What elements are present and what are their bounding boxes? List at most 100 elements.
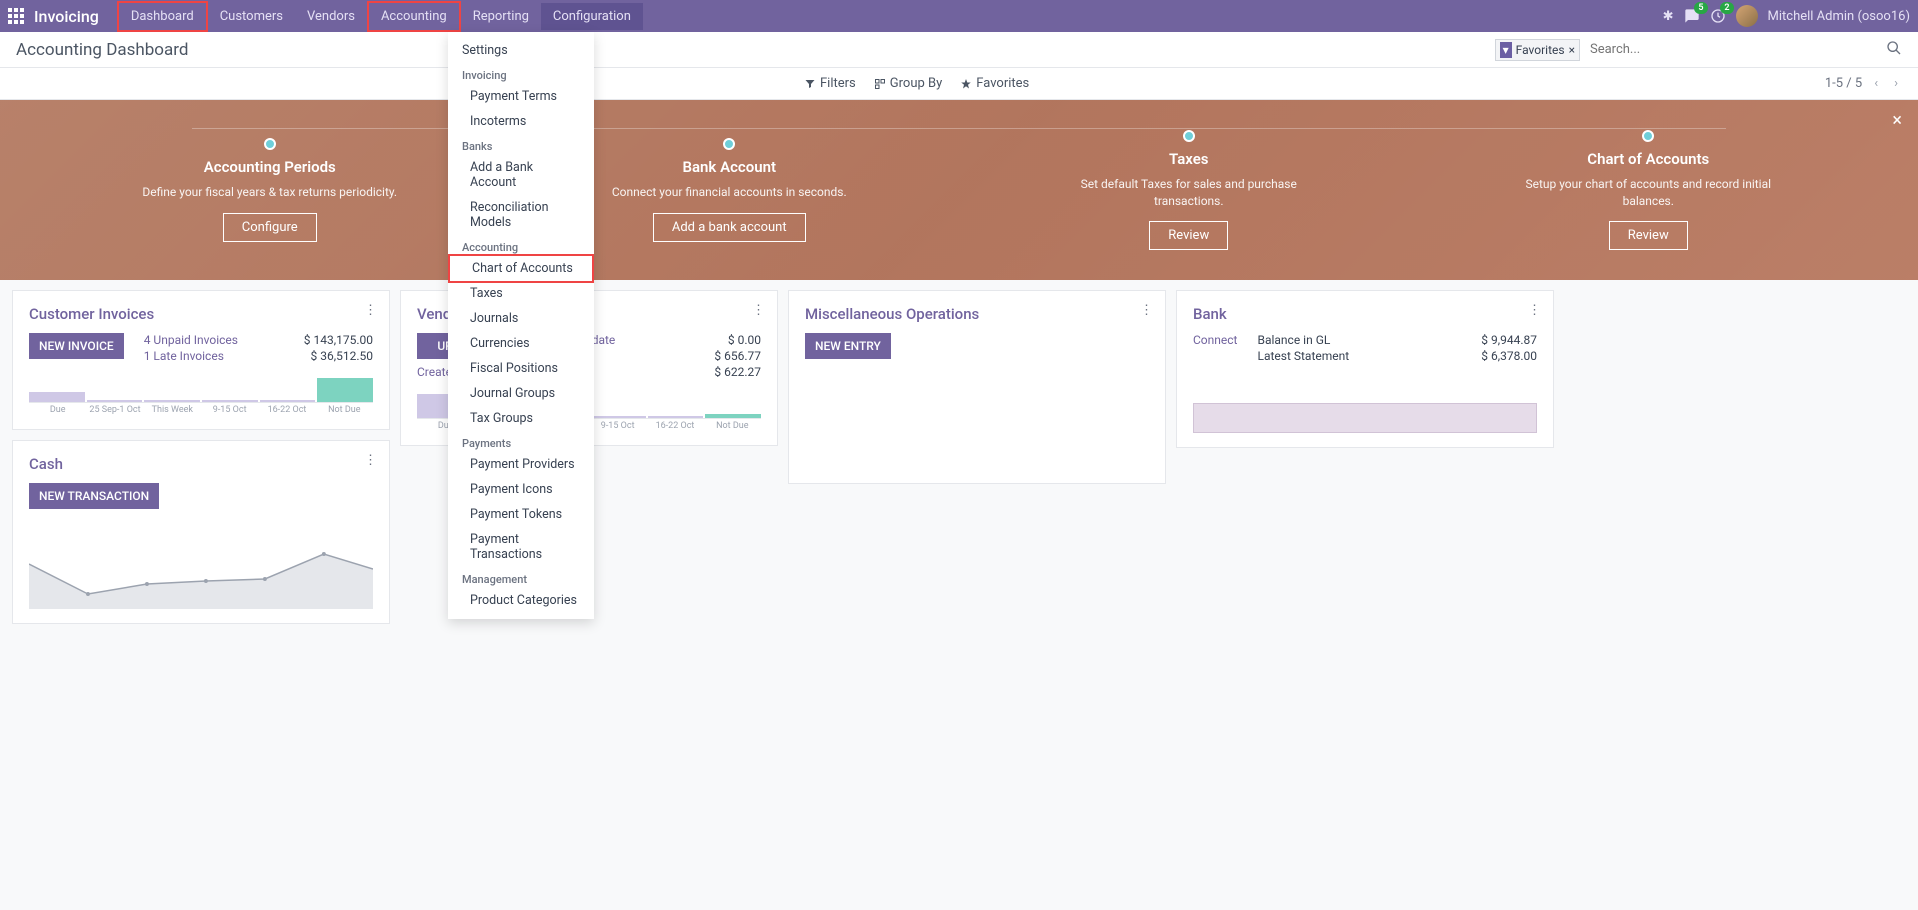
nav-reporting[interactable]: Reporting [461,3,541,30]
new-entry-button[interactable]: New Entry [805,333,891,359]
menu-journals[interactable]: Journals [448,306,594,331]
card-misc-operations: Miscellaneous Operations ⋮ New Entry [788,290,1166,484]
card-title[interactable]: Cash [29,455,373,473]
menu-payment-providers[interactable]: Payment Providers [448,452,594,477]
nav-configuration[interactable]: Configuration [541,3,643,30]
close-icon[interactable]: × [1892,110,1902,131]
menu-currencies[interactable]: Currencies [448,331,594,356]
nav-dashboard[interactable]: Dashboard [117,1,208,32]
onboarding-step-bank: Bank Account Connect your financial acco… [589,138,869,242]
menu-header-management: Management [448,567,594,588]
chat-badge: 5 [1694,2,1707,14]
configure-button[interactable]: Configure [223,213,317,242]
menu-payment-icons[interactable]: Payment Icons [448,477,594,502]
menu-incoterms[interactable]: Incoterms [448,109,594,134]
clock-icon[interactable]: 2 [1710,8,1726,24]
step-title: Taxes [1049,150,1329,168]
balance-label: Balance in GL [1257,333,1330,347]
card-menu-icon[interactable]: ⋮ [752,303,765,318]
menu-taxes[interactable]: Taxes [448,281,594,306]
menu-tax-groups[interactable]: Tax Groups [448,406,594,431]
search-input[interactable] [1586,38,1886,61]
step-dot [1183,130,1195,142]
statement-label: Latest Statement [1257,349,1349,363]
apps-icon[interactable] [8,8,24,24]
pager-prev[interactable]: ‹ [1870,74,1882,93]
favorites-button[interactable]: Favorites [960,76,1029,91]
menu-add-bank[interactable]: Add a Bank Account [448,155,594,195]
dashboard: Customer Invoices ⋮ New Invoice 4 Unpaid… [0,280,1918,634]
menu-reconciliation[interactable]: Reconciliation Models [448,195,594,235]
step-title: Chart of Accounts [1508,150,1788,168]
menu-header-payments: Payments [448,431,594,452]
menu-fiscal-positions[interactable]: Fiscal Positions [448,356,594,381]
nav-vendors[interactable]: Vendors [295,3,367,30]
step-title: Bank Account [589,158,869,176]
unpaid-amount: $ 143,175.00 [304,333,373,347]
menu-header-banks: Banks [448,134,594,155]
pager-text: 1-5 / 5 [1825,76,1862,91]
brand[interactable]: Invoicing [34,7,99,26]
menu-product-categories[interactable]: Product Categories [448,588,594,613]
card-title[interactable]: Bank [1193,305,1537,323]
bug-icon[interactable]: ✱ [1663,9,1674,24]
card-menu-icon[interactable]: ⋮ [364,453,377,468]
unpaid-link[interactable]: 4 Unpaid Invoices [144,333,238,347]
late-link[interactable]: 1 Late Invoices [144,349,224,363]
search-icon[interactable] [1886,40,1902,60]
filters-button[interactable]: Filters [804,76,856,91]
onboarding-step-taxes: Taxes Set default Taxes for sales and pu… [1049,130,1329,251]
menu-payment-terms[interactable]: Payment Terms [448,84,594,109]
chip-label: Favorites [1516,43,1565,57]
card-menu-icon[interactable]: ⋮ [1528,303,1541,318]
balance-amount: $ 9,944.87 [1481,333,1537,347]
review-taxes-button[interactable]: Review [1149,221,1228,250]
statement-amount: $ 6,378.00 [1481,349,1537,363]
control-bar: Accounting Dashboard ▾ Favorites × [0,32,1918,68]
chat-icon[interactable]: 5 [1684,8,1700,24]
pager-next[interactable]: › [1890,74,1902,93]
group-by-button[interactable]: Group By [874,76,943,91]
configuration-dropdown: Settings Invoicing Payment Terms Incoter… [448,32,594,619]
card-menu-icon[interactable]: ⋮ [364,303,377,318]
new-invoice-button[interactable]: New Invoice [29,333,124,359]
bank-chart [1193,403,1537,433]
card-customer-invoices: Customer Invoices ⋮ New Invoice 4 Unpaid… [12,290,390,430]
step-dot [1642,130,1654,142]
filter-bar: Filters Group By Favorites 1-5 / 5 ‹ › [0,68,1918,100]
menu-journal-groups[interactable]: Journal Groups [448,381,594,406]
review-coa-button[interactable]: Review [1609,221,1688,250]
step-dot [723,138,735,150]
onboarding-step-coa: Chart of Accounts Setup your chart of ac… [1508,130,1788,251]
card-title[interactable]: Customer Invoices [29,305,373,323]
late-amount: $ 36,512.50 [311,349,373,363]
card-menu-icon[interactable]: ⋮ [1140,303,1153,318]
onboarding-step-periods: Accounting Periods Define your fiscal ye… [130,138,410,242]
nav-accounting[interactable]: Accounting [367,1,461,32]
avatar[interactable] [1736,5,1758,27]
pay-amount: $ 656.77 [714,349,761,363]
step-desc: Set default Taxes for sales and purchase… [1049,176,1329,210]
card-bank: Bank ⋮ Connect Balance in GL $ 9,944.87 … [1176,290,1554,448]
onboarding-banner: × Accounting Periods Define your fiscal … [0,100,1918,280]
menu-payment-tokens[interactable]: Payment Tokens [448,502,594,527]
step-desc: Connect your financial accounts in secon… [589,184,869,201]
filter-icon: ▾ [1500,42,1512,58]
nav-customers[interactable]: Customers [208,3,295,30]
connect-link[interactable]: Connect [1193,333,1237,347]
user-label[interactable]: Mitchell Admin (osoo16) [1768,9,1911,24]
new-transaction-button[interactable]: New Transaction [29,483,159,509]
validate-amount: $ 0.00 [728,333,761,347]
menu-chart-of-accounts[interactable]: Chart of Accounts [448,254,594,283]
chip-remove-icon[interactable]: × [1569,43,1575,57]
late-bills-amount: $ 622.27 [714,365,761,379]
menu-payment-transactions[interactable]: Payment Transactions [448,527,594,567]
card-title[interactable]: Miscellaneous Operations [805,305,1149,323]
step-dot [264,138,276,150]
menu-header-invoicing: Invoicing [448,63,594,84]
mini-chart: Due 25 Sep-1 Oct This Week 9-15 Oct 16-2… [29,375,373,415]
menu-header-accounting: Accounting [448,235,594,256]
add-bank-button[interactable]: Add a bank account [653,213,806,242]
menu-settings[interactable]: Settings [448,38,594,63]
favorites-chip[interactable]: ▾ Favorites × [1495,39,1580,61]
